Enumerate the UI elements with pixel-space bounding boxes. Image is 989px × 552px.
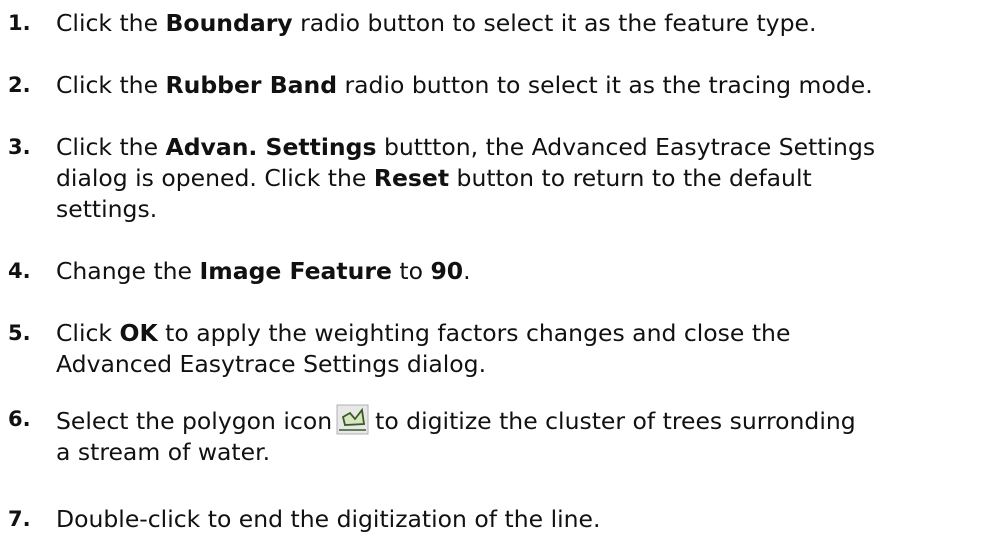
step-number: 7.	[8, 507, 31, 531]
step-number: 2.	[8, 73, 31, 97]
step-number: 3.	[8, 135, 31, 159]
step-text: Click the Advan. Settings buttton, the A…	[56, 133, 876, 223]
step-text: Click OK to apply the weighting factors …	[56, 319, 791, 378]
ui-term: Advan. Settings	[165, 133, 377, 161]
ui-term: Reset	[373, 164, 450, 192]
step-text: Select the polygon icon to digitize the …	[56, 404, 986, 468]
ui-term: Rubber Band	[165, 71, 338, 99]
ui-term: OK	[119, 319, 158, 347]
step-text: Double-click to end the digitization of …	[56, 505, 601, 533]
step-text: Click the Rubber Band radio button to se…	[56, 71, 873, 99]
step-number: 4.	[8, 259, 31, 283]
step-number: 1.	[8, 11, 31, 35]
polygon-tool-icon	[336, 404, 369, 435]
step-text: Click the Boundary radio button to selec…	[56, 9, 817, 37]
ui-term: Boundary	[165, 9, 293, 37]
step-text: Change the Image Feature to 90.	[56, 257, 471, 285]
step-number: 5.	[8, 321, 31, 345]
step-number: 6.	[8, 407, 31, 431]
ui-value: 90	[430, 257, 464, 285]
ui-term: Image Feature	[199, 257, 392, 285]
